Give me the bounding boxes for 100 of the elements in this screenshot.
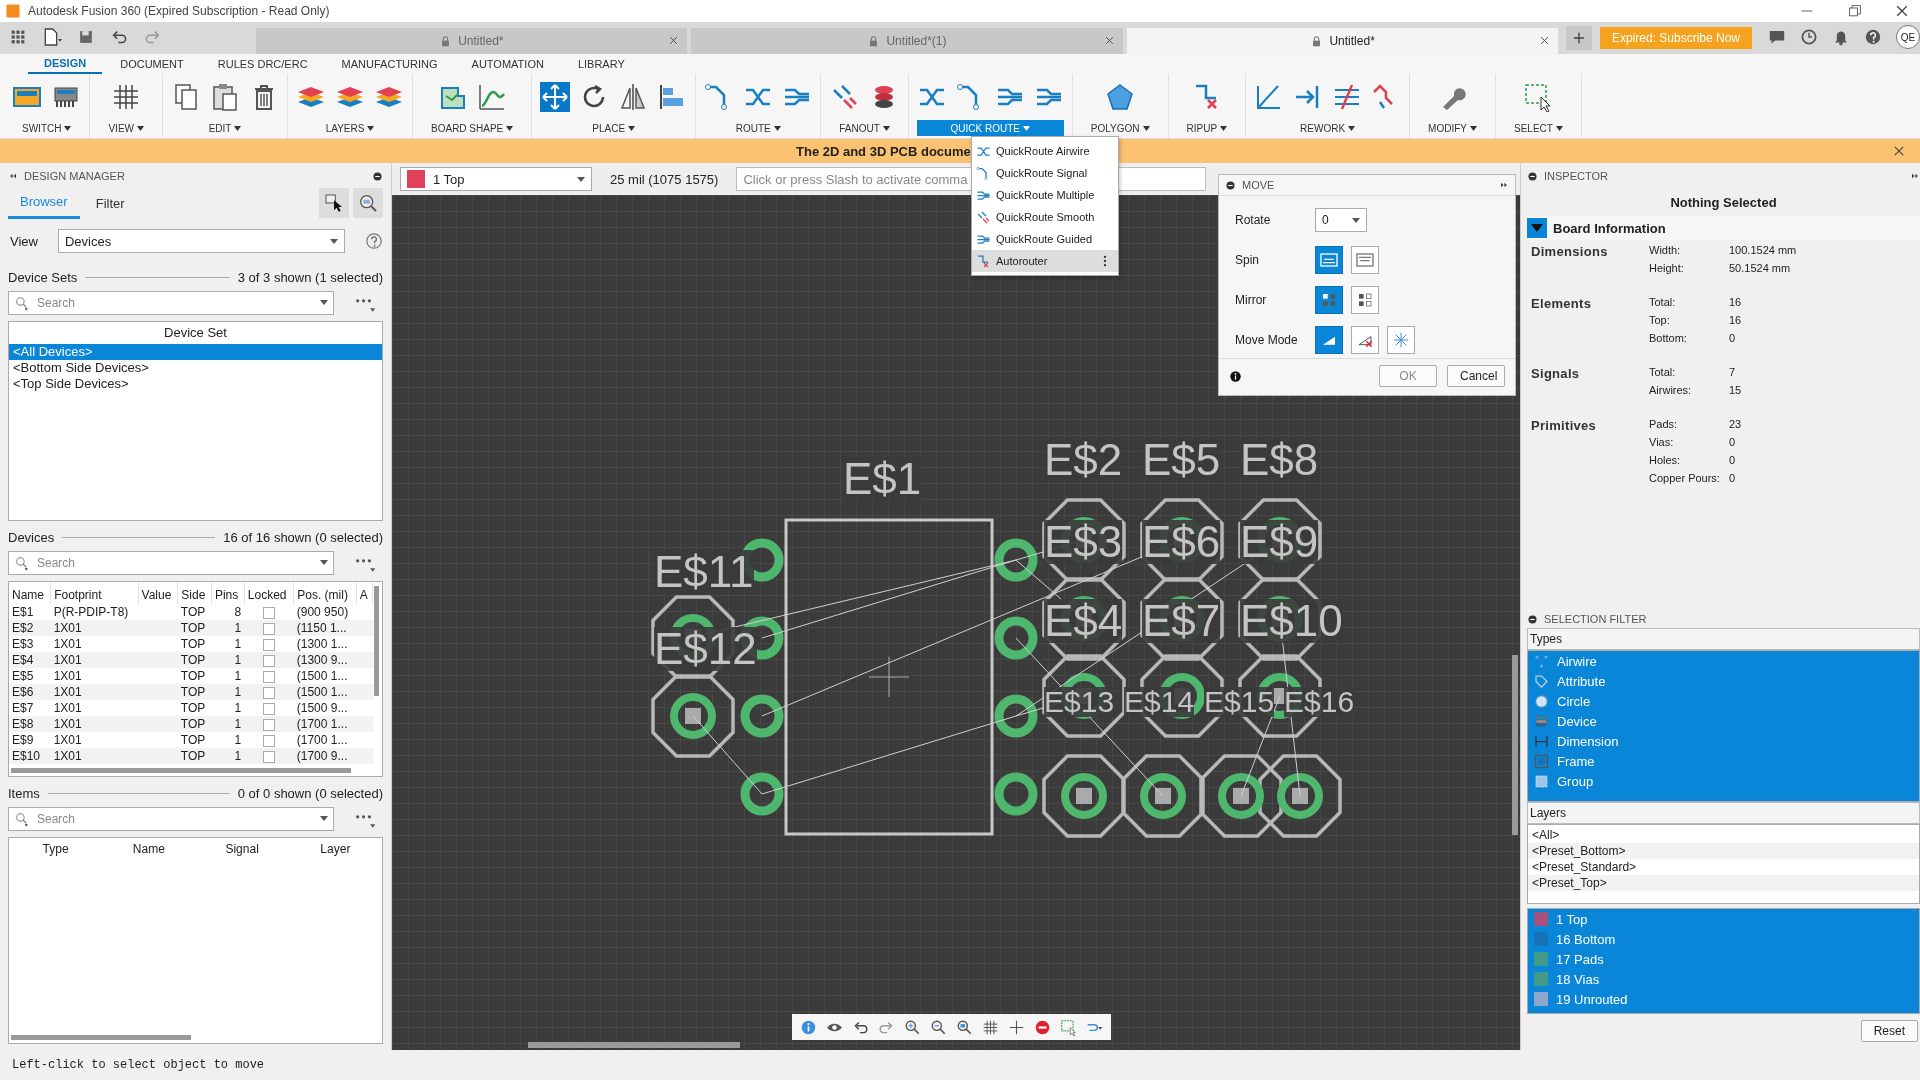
table-cell: TOP (177, 604, 212, 620)
property-value: 16 (1729, 314, 1742, 326)
table-cell: 1 (211, 700, 245, 716)
property-value: 16 (1729, 296, 1742, 308)
group-title: Elements (1531, 296, 1593, 313)
property-label: Width: (1649, 244, 1682, 256)
table-cell: 1X01 (50, 684, 138, 700)
device-label: E$9 (1240, 520, 1319, 564)
device-label: E$14 (1124, 687, 1195, 717)
property-label: Total: (1649, 366, 1677, 378)
device-label: E$2 (1044, 438, 1123, 482)
section-title: Items (8, 785, 40, 801)
property-value: 0 (1729, 332, 1736, 344)
table-cell: E$6 (9, 684, 51, 700)
property-label: Pads: (1649, 418, 1679, 430)
table-cell: 1X01 (50, 652, 138, 668)
table-cell: (1500 9... (293, 700, 357, 716)
table-cell: E$8 (9, 716, 51, 732)
table-cell: E$2 (9, 620, 51, 636)
table-cell: TOP (177, 732, 212, 748)
property-value: 7 (1729, 366, 1736, 378)
property-label: Top: (1649, 314, 1671, 326)
table-cell: 1 (211, 732, 245, 748)
property-label: Copper Pours: (1649, 472, 1721, 484)
group-title: Dimensions (1531, 244, 1609, 261)
table-cell: TOP (177, 668, 212, 684)
panel-title: INSPECTOR (1544, 170, 1608, 182)
table-cell: 1X01 (50, 716, 138, 732)
section-title: Board Information (1553, 220, 1666, 236)
table-cell: 1X01 (50, 732, 138, 748)
table-cell: (1300 9... (293, 652, 357, 668)
table-cell: 1 (211, 652, 245, 668)
section-title: Devices (8, 529, 55, 545)
section-count: 16 of 16 shown (0 selected) (223, 529, 383, 545)
device-label: E$10 (1240, 599, 1343, 643)
property-value: 15 (1729, 384, 1742, 396)
table-cell: (900 950) (293, 604, 357, 620)
property-value: 23 (1729, 418, 1742, 430)
device-label: E$3 (1044, 520, 1123, 564)
property-value: 0 (1729, 454, 1736, 466)
table-cell: 1X01 (50, 620, 138, 636)
table-cell: TOP (177, 700, 212, 716)
table-cell: 1X01 (50, 748, 138, 764)
list-label: Layers (1527, 802, 1920, 824)
table-cell: 1 (211, 716, 245, 732)
device-label: E$4 (1044, 599, 1123, 643)
property-label: Total: (1649, 296, 1677, 308)
group-title: Signals (1531, 366, 1581, 383)
table-cell: 8 (211, 604, 245, 620)
table-cell: E$4 (9, 652, 51, 668)
table-cell: E$3 (9, 636, 51, 652)
view-label: View (10, 233, 38, 249)
table-cell: E$1 (9, 604, 51, 620)
device-label: E$15 (1204, 687, 1275, 717)
list-label: Types (1527, 628, 1920, 650)
field-label: Mirror (1235, 293, 1268, 307)
device-label: E$13 (1044, 687, 1115, 717)
table-cell: (1500 1... (293, 684, 357, 700)
table-cell: TOP (177, 684, 212, 700)
table-cell: (1700 9... (293, 748, 357, 764)
property-value: 100.1524 mm (1729, 244, 1797, 256)
table-cell: E$7 (9, 700, 51, 716)
section-count: 3 of 3 shown (1 selected) (237, 269, 383, 285)
property-value: 0 (1729, 436, 1736, 448)
device-label: E$7 (1142, 599, 1221, 643)
table-cell: E$10 (9, 748, 51, 764)
table-cell: (1700 1... (293, 732, 357, 748)
table-cell: 1X01 (50, 668, 138, 684)
table-cell: TOP (177, 652, 212, 668)
device-label: E$12 (654, 627, 757, 671)
section-title: Device Sets (8, 269, 78, 285)
table-cell: (1300 1... (293, 636, 357, 652)
property-label: Height: (1649, 262, 1685, 274)
table-cell: TOP (177, 636, 212, 652)
table-cell: E$5 (9, 668, 51, 684)
group-title: Primitives (1531, 418, 1598, 435)
field-label: Rotate (1235, 213, 1272, 227)
table-cell: TOP (177, 620, 212, 636)
table-cell: (1150 1... (293, 620, 357, 636)
coordinate-readout: 25 mil (1075 1575) (610, 171, 719, 187)
device-label: E$8 (1240, 438, 1319, 482)
device-label: E$16 (1284, 687, 1355, 717)
table-cell: E$9 (9, 732, 51, 748)
device-label: E$11 (654, 550, 754, 594)
table-cell: 1 (211, 620, 245, 636)
table-cell: 1 (211, 636, 245, 652)
table-cell: 1X01 (50, 700, 138, 716)
field-label: Spin (1235, 253, 1261, 267)
table-cell: (1700 1... (293, 716, 357, 732)
table-cell: P(R-PDIP-T8) (50, 604, 138, 620)
banner-text: The 2D and 3D PCB docume (796, 143, 971, 159)
dialog-title: MOVE (1242, 179, 1275, 191)
table-cell: 1 (211, 748, 245, 764)
device-label: E$1 (843, 457, 922, 501)
property-value: 0 (1729, 472, 1736, 484)
inspector-subtitle: Nothing Selected (1669, 195, 1778, 210)
field-label: Move Mode (1235, 333, 1299, 347)
property-label: Bottom: (1649, 332, 1688, 344)
property-label: Vias: (1649, 436, 1675, 448)
table-cell: 1 (211, 668, 245, 684)
